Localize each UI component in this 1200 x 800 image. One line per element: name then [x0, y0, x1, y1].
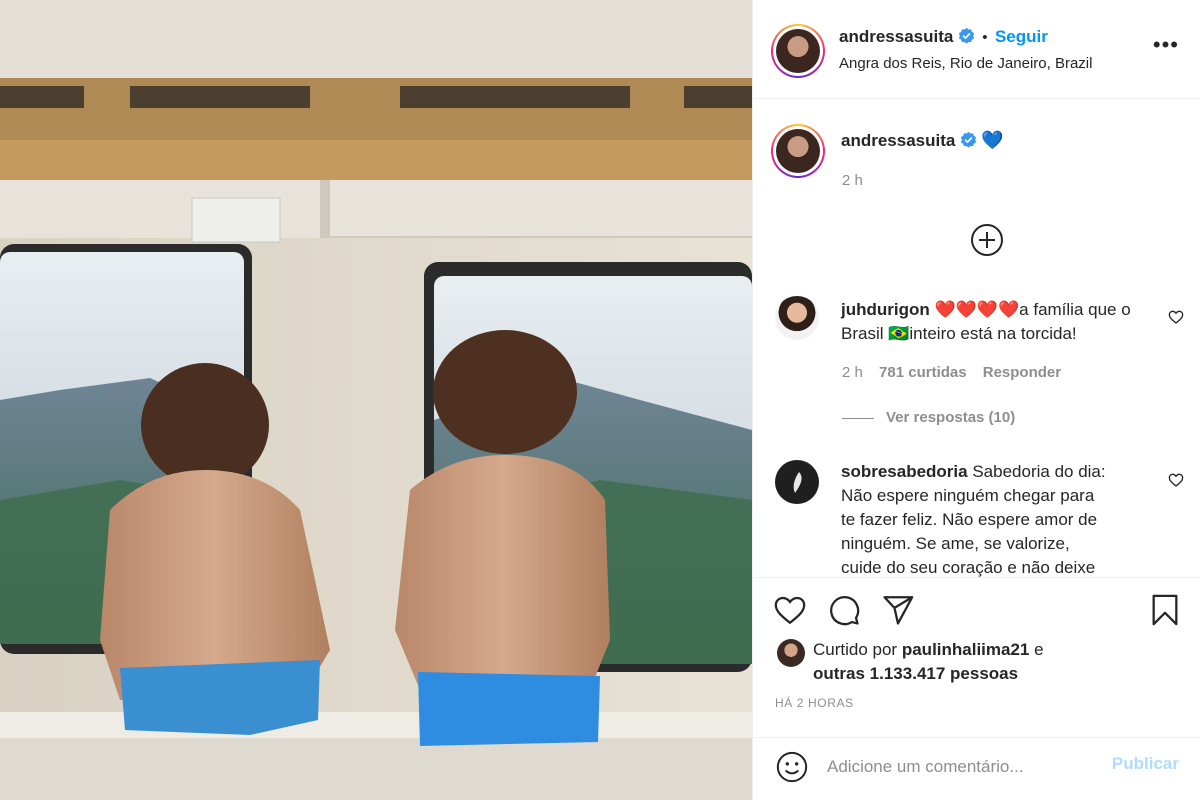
- author-username[interactable]: andressasuita: [839, 27, 953, 46]
- comment-body: sobresabedoria Sabedoria do dia: Não esp…: [841, 460, 1161, 577]
- photo-illustration: [0, 0, 752, 800]
- likes-summary: Curtido por paulinhaliima21 e outras 1.1…: [813, 638, 1044, 686]
- replies-divider: [842, 417, 874, 419]
- comment-input[interactable]: [827, 752, 1087, 782]
- reply-button[interactable]: Responder: [983, 364, 1061, 381]
- comments-list: andressasuita 💙 2 h juhdurigon ❤️❤️❤️❤️a…: [753, 100, 1200, 577]
- comment-text-line1: ❤️❤️❤️❤️a família que o: [934, 300, 1131, 319]
- post-location[interactable]: Angra dos Reis, Rio de Janeiro, Brazil: [839, 55, 1092, 72]
- comment-avatar[interactable]: [775, 296, 819, 340]
- add-comment-bar: Publicar: [753, 737, 1200, 800]
- feather-icon: [793, 472, 802, 493]
- comment-text-line3: te fazer feliz. Não espere amor de: [841, 510, 1098, 529]
- plus-circle-icon[interactable]: [971, 224, 1003, 256]
- post-timestamp[interactable]: HÁ 2 HORAS: [775, 696, 854, 710]
- comment-username[interactable]: sobresabedoria: [841, 462, 968, 481]
- caption-avatar[interactable]: [771, 124, 825, 178]
- dot-separator: •: [982, 29, 988, 46]
- comment-time: 2 h: [842, 364, 863, 381]
- bookmark-icon[interactable]: [1148, 593, 1182, 627]
- author-avatar[interactable]: [771, 24, 825, 78]
- comment-icon[interactable]: [827, 593, 861, 627]
- likes-conj: e: [1034, 640, 1044, 659]
- post-actions: Curtido por paulinhaliima21 e outras 1.1…: [753, 577, 1200, 737]
- comment-text-line5: cuide do seu coração e não deixe: [841, 558, 1096, 577]
- follow-button[interactable]: Seguir: [995, 27, 1048, 46]
- comment-heart-icon[interactable]: [1168, 472, 1184, 488]
- liker-username[interactable]: paulinhaliima21: [902, 640, 1030, 659]
- publish-button[interactable]: Publicar: [1112, 754, 1179, 774]
- caption: andressasuita 💙: [841, 130, 1004, 151]
- comment-body: juhdurigon ❤️❤️❤️❤️a família que o Brasi…: [841, 298, 1151, 346]
- comment-likes[interactable]: 781 curtidas: [879, 364, 967, 381]
- comment-meta: 2 h 781 curtidas Responder: [842, 364, 1073, 381]
- comment-text-line2: Não espere ninguém chegar para: [841, 486, 1095, 505]
- more-options-icon[interactable]: •••: [1153, 34, 1179, 56]
- comment-avatar[interactable]: [775, 460, 819, 504]
- liker-avatar[interactable]: [777, 639, 805, 667]
- likes-others[interactable]: outras 1.133.417 pessoas: [813, 664, 1018, 683]
- verified-icon: [958, 27, 974, 44]
- post-photo[interactable]: [0, 0, 752, 800]
- post-sidebar: andressasuita • Seguir Angra dos Reis, R…: [752, 0, 1200, 800]
- likes-prefix: Curtido por: [813, 640, 898, 659]
- view-replies-label: Ver respostas (10): [886, 409, 1016, 426]
- comment-heart-icon[interactable]: [1168, 309, 1184, 325]
- comment-text-line1: Sabedoria do dia:: [972, 462, 1106, 481]
- caption-time: 2 h: [842, 172, 863, 189]
- comment-text-line4: ninguém. Se ame, se valorize,: [841, 534, 1070, 553]
- comment-username[interactable]: juhdurigon: [841, 300, 930, 319]
- verified-icon: [960, 131, 976, 148]
- caption-username[interactable]: andressasuita: [841, 131, 955, 150]
- emoji-icon[interactable]: [775, 750, 809, 784]
- caption-text: 💙: [981, 130, 1004, 150]
- share-icon[interactable]: [881, 593, 915, 627]
- post-header: andressasuita • Seguir Angra dos Reis, R…: [753, 0, 1200, 99]
- comment-text-line2: Brasil 🇧🇷inteiro está na torcida!: [841, 324, 1077, 343]
- heart-icon[interactable]: [773, 593, 807, 627]
- view-replies[interactable]: Ver respostas (10): [842, 409, 1027, 426]
